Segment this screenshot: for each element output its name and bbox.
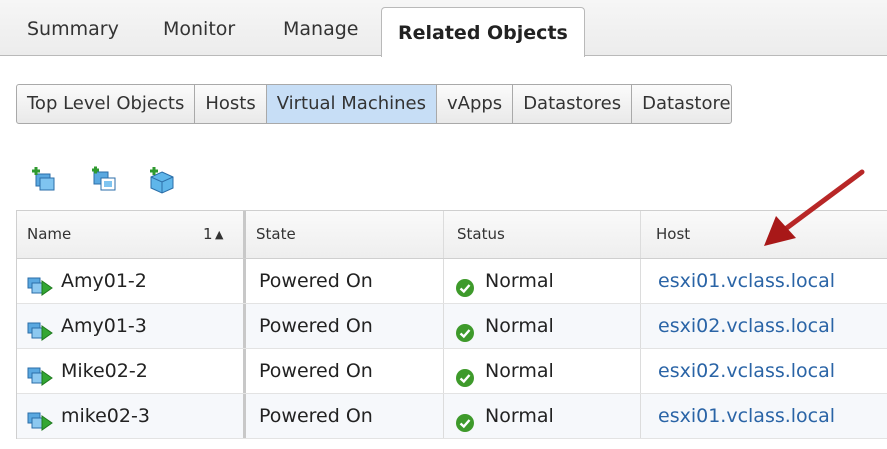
vm-powered-on-icon	[27, 359, 53, 386]
subtab-hosts[interactable]: Hosts	[195, 85, 267, 123]
vm-name-link[interactable]: mike02-3	[61, 405, 150, 427]
tab-manage[interactable]: Manage	[283, 18, 358, 40]
column-header-name[interactable]: Name 1 ▲	[17, 211, 243, 258]
subtab-top-level-objects[interactable]: Top Level Objects	[17, 85, 196, 123]
column-divider	[443, 394, 444, 438]
subtab-vapps[interactable]: vApps	[437, 85, 514, 123]
table-row[interactable]: Mike02-2 Powered On Normal esxi02.vclass…	[17, 349, 887, 394]
host-link[interactable]: esxi01.vclass.local	[658, 405, 835, 427]
vm-state: Powered On	[259, 315, 373, 337]
column-divider	[443, 259, 444, 303]
vm-status: Normal	[485, 315, 554, 337]
table-row[interactable]: mike02-3 Powered On Normal esxi01.vclass…	[17, 394, 887, 439]
table-row[interactable]: Amy01-2 Powered On Normal esxi01.vclass.…	[17, 259, 887, 304]
subtab-datastore-clusters[interactable]: Datastore	[632, 85, 731, 123]
vm-state: Powered On	[259, 405, 373, 427]
column-divider[interactable]	[243, 211, 246, 258]
column-header-state[interactable]: State	[246, 211, 443, 258]
column-divider	[443, 349, 444, 393]
clone-vm-icon[interactable]	[90, 166, 118, 194]
sort-ascending-icon: ▲	[215, 228, 224, 241]
vm-name-link[interactable]: Amy01-3	[61, 315, 147, 337]
column-divider	[640, 349, 641, 393]
annotation-arrow-icon	[764, 169, 865, 246]
column-divider	[243, 304, 246, 348]
column-divider	[640, 394, 641, 438]
status-ok-icon	[455, 360, 475, 387]
tab-related-objects[interactable]: Related Objects	[381, 7, 585, 57]
column-divider[interactable]	[640, 211, 641, 258]
column-divider[interactable]	[443, 211, 444, 258]
sort-order-label: 1	[203, 225, 213, 243]
column-divider	[243, 259, 246, 303]
status-ok-icon	[455, 315, 475, 342]
column-header-name-label: Name	[27, 225, 72, 243]
vm-powered-on-icon	[27, 404, 53, 431]
vm-name-link[interactable]: Amy01-2	[61, 270, 147, 292]
vm-state: Powered On	[259, 270, 373, 292]
column-divider	[243, 349, 246, 393]
vm-state: Powered On	[259, 360, 373, 382]
deploy-ovf-icon[interactable]	[148, 166, 176, 194]
new-vm-icon[interactable]	[30, 166, 58, 194]
status-ok-icon	[455, 405, 475, 432]
vm-powered-on-icon	[27, 314, 53, 341]
vm-status: Normal	[485, 405, 554, 427]
column-divider	[243, 394, 246, 438]
tab-monitor[interactable]: Monitor	[163, 18, 235, 40]
vm-name-link[interactable]: Mike02-2	[61, 360, 148, 382]
host-link[interactable]: esxi02.vclass.local	[658, 315, 835, 337]
status-ok-icon	[455, 270, 475, 297]
object-tab-bar: Summary Monitor Manage Related Objects	[0, 0, 887, 57]
subtab-datastores[interactable]: Datastores	[513, 85, 633, 123]
related-objects-subtabs: Top Level Objects Hosts Virtual Machines…	[16, 84, 732, 124]
column-header-status[interactable]: Status	[443, 211, 640, 258]
column-divider	[640, 304, 641, 348]
vm-status: Normal	[485, 360, 554, 382]
host-link[interactable]: esxi01.vclass.local	[658, 270, 835, 292]
column-divider	[443, 304, 444, 348]
tab-summary[interactable]: Summary	[27, 18, 119, 40]
subtab-virtual-machines[interactable]: Virtual Machines	[266, 85, 437, 123]
vm-status: Normal	[485, 270, 554, 292]
vm-powered-on-icon	[27, 269, 53, 296]
table-row[interactable]: Amy01-3 Powered On Normal esxi02.vclass.…	[17, 304, 887, 349]
host-link[interactable]: esxi02.vclass.local	[658, 360, 835, 382]
column-divider	[640, 259, 641, 303]
